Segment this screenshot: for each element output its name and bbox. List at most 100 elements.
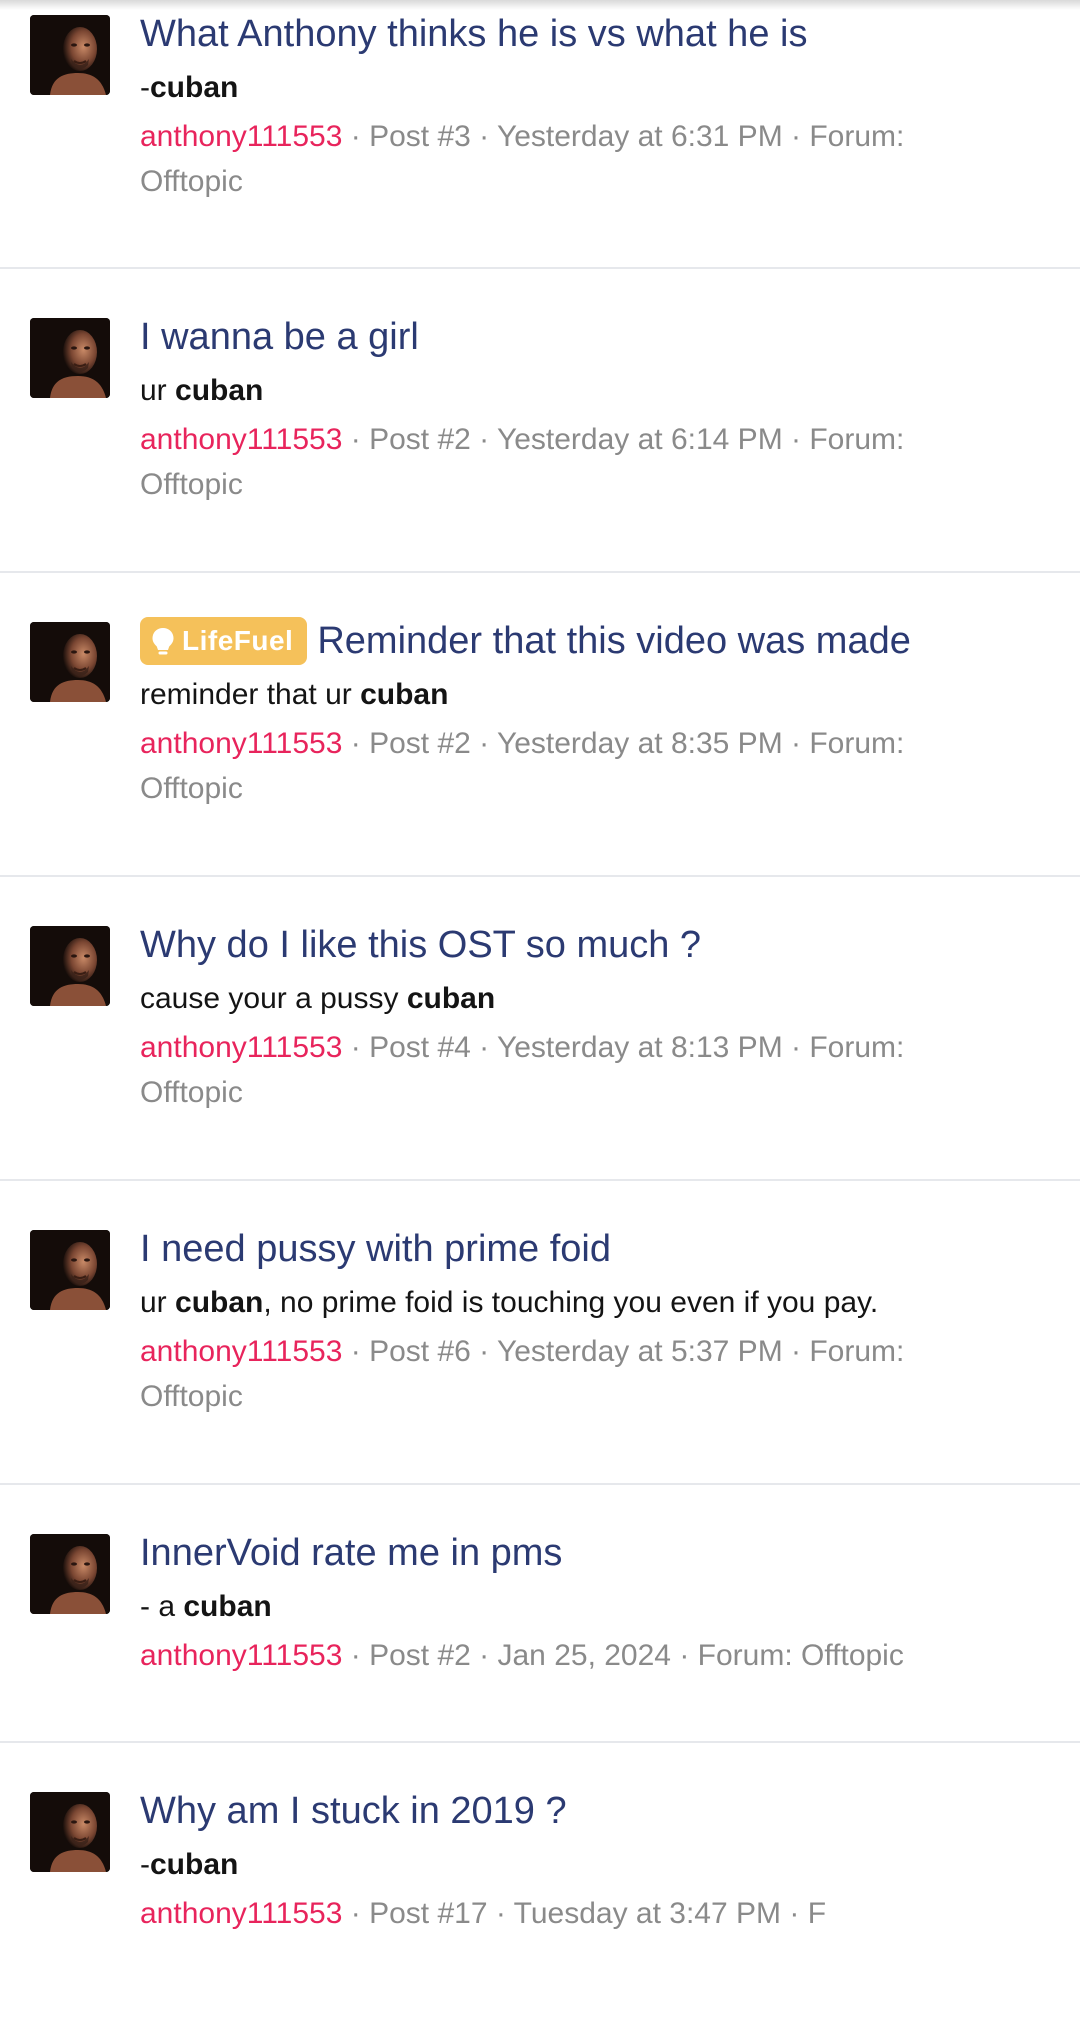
prefix-badge[interactable]: LifeFuel [140,617,308,665]
thread-title[interactable]: Reminder that this video was made [317,620,911,663]
snippet-text: cause your a pussy [140,982,407,1015]
username-link[interactable]: anthony111553 [140,120,342,153]
post-time: Yesterday at 8:35 PM [496,727,783,760]
thread-title[interactable]: InnerVoid rate me in pms [140,1532,562,1575]
search-result-item: I need pussy with prime foid ur cuban, n… [0,1181,1080,1485]
user-avatar[interactable] [30,622,110,702]
post-meta: anthony111553 · Post #2 · Jan 25, 2024 ·… [140,1639,904,1672]
forum-link[interactable]: Offtopic [140,1380,243,1413]
badge-label: LifeFuel [182,625,294,656]
post-snippet: ur cuban [140,373,1080,409]
thread-title[interactable]: I wanna be a girl [140,316,419,359]
avatar-image [30,15,110,95]
avatar-image [30,1230,110,1310]
avatar-image [30,1792,110,1872]
forum-link[interactable]: Offtopic [140,1076,243,1109]
thread-title-link[interactable]: I need pussy with prime foid [140,1226,1080,1272]
search-result-item: What Anthony thinks he is vs what he is … [0,0,1080,269]
forum-link[interactable]: Offtopic [140,468,243,501]
snippet-text: reminder that ur [140,678,361,711]
user-avatar[interactable] [30,318,110,398]
avatar-image [30,926,110,1006]
forum-label: Forum: [809,1031,905,1064]
snippet-highlight: cuban [175,374,264,407]
post-number[interactable]: Post #2 [369,727,471,760]
snippet-highlight: cuban [150,71,239,104]
forum-link[interactable]: Offtopic [140,772,243,805]
snippet-highlight: cuban [360,678,449,711]
forum-label: Forum: [809,423,905,456]
username-link[interactable]: anthony111553 [140,727,342,760]
snippet-text: , no prime foid is touching you even if … [263,1286,879,1319]
thread-title[interactable]: Why am I stuck in 2019 ? [140,1790,567,1833]
post-time: Yesterday at 5:37 PM [496,1335,783,1368]
thread-title-link[interactable]: Why do I like this OST so much ? [140,922,1080,968]
search-results-list: What Anthony thinks he is vs what he is … [0,0,1080,2043]
snippet-text: ur [140,1286,176,1319]
thread-title-link[interactable]: What Anthony thinks he is vs what he is [140,11,1080,57]
post-time: Yesterday at 8:13 PM [496,1031,783,1064]
forum-label: Forum: [697,1639,793,1672]
thread-title[interactable]: Why do I like this OST so much ? [140,924,701,967]
thread-title-link[interactable]: Why am I stuck in 2019 ? [140,1788,1080,1834]
forum-link[interactable]: Offtopic [140,165,243,198]
username-link[interactable]: anthony111553 [140,1335,342,1368]
post-snippet: ur cuban, no prime foid is touching you … [140,1285,1080,1321]
post-number[interactable]: Post #6 [369,1335,471,1368]
snippet-highlight: cuban [406,982,496,1015]
thread-title[interactable]: I need pussy with prime foid [140,1228,611,1271]
forum-label: F [807,1897,827,1930]
forum-label: Forum: [809,727,905,760]
post-snippet: - a cuban [140,1589,1080,1625]
user-avatar[interactable] [30,926,110,1006]
post-meta: anthony111553 · Post #17 · Tuesday at 3:… [140,1897,827,1930]
user-avatar[interactable] [30,1792,110,1872]
post-number[interactable]: Post #2 [369,1639,471,1672]
snippet-text: ur [140,374,176,407]
avatar-image [30,622,110,702]
post-meta: anthony111553 · Post #2 · Yesterday at 8… [140,727,905,805]
post-time: Jan 25, 2024 [497,1639,671,1672]
thread-title-link[interactable]: InnerVoid rate me in pms [140,1530,1080,1576]
search-result-item: LifeFuel Reminder that this video was ma… [0,573,1080,877]
search-result-item: I wanna be a girl ur cuban anthony111553… [0,269,1080,573]
search-result-item: Why do I like this OST so much ? cause y… [0,877,1080,1181]
username-link[interactable]: anthony111553 [140,1639,342,1672]
thread-title-link[interactable]: I wanna be a girl [140,314,1080,360]
lightbulb-icon [152,628,174,655]
avatar-image [30,1534,110,1614]
snippet-text: - [140,1848,150,1881]
forum-label: Forum: [809,120,905,153]
thread-title-link[interactable]: LifeFuel Reminder that this video was ma… [140,617,1080,665]
post-meta: anthony111553 · Post #4 · Yesterday at 8… [140,1031,905,1109]
post-snippet: -cuban [140,1847,1080,1883]
forum-link[interactable]: Offtopic [801,1639,904,1672]
post-meta: anthony111553 · Post #2 · Yesterday at 6… [140,423,905,501]
user-avatar[interactable] [30,15,110,95]
snippet-highlight: cuban [175,1286,264,1319]
snippet-highlight: cuban [150,1848,239,1881]
post-time: Yesterday at 6:31 PM [496,120,783,153]
post-number[interactable]: Post #3 [369,120,471,153]
forum-label: Forum: [809,1335,905,1368]
post-snippet: -cuban [140,70,1080,106]
post-number[interactable]: Post #2 [369,423,471,456]
user-avatar[interactable] [30,1230,110,1310]
post-meta: anthony111553 · Post #6 · Yesterday at 5… [140,1335,905,1413]
avatar-image [30,318,110,398]
username-link[interactable]: anthony111553 [140,1897,342,1930]
username-link[interactable]: anthony111553 [140,1031,342,1064]
snippet-text: - [140,71,150,104]
post-time: Tuesday at 3:47 PM [513,1897,782,1930]
search-result-item: Why am I stuck in 2019 ? -cuban anthony1… [0,1743,1080,2043]
post-meta: anthony111553 · Post #3 · Yesterday at 6… [140,120,905,198]
post-snippet: reminder that ur cuban [140,677,1080,713]
post-time: Yesterday at 6:14 PM [496,423,783,456]
thread-title[interactable]: What Anthony thinks he is vs what he is [140,13,807,56]
username-link[interactable]: anthony111553 [140,423,342,456]
post-number[interactable]: Post #4 [369,1031,471,1064]
snippet-highlight: cuban [183,1590,272,1623]
search-result-item: InnerVoid rate me in pms - a cuban antho… [0,1485,1080,1743]
user-avatar[interactable] [30,1534,110,1614]
post-number[interactable]: Post #17 [369,1897,487,1930]
